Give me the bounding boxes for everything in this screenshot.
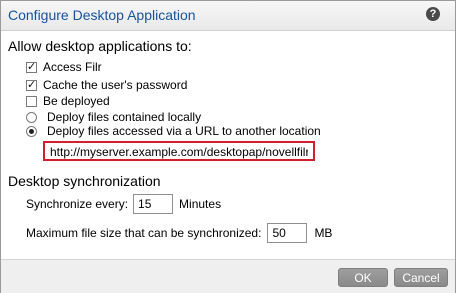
max-size-row: Maximum file size that can be synchroniz… [26,223,332,243]
max-size-label: Maximum file size that can be synchroniz… [26,226,262,240]
dialog-titlebar: Configure Desktop Application ? [1,1,455,31]
deploy-url-input[interactable] [45,144,313,160]
deploy-url-radio[interactable] [26,125,37,137]
max-size-input[interactable] [267,223,308,243]
access-filr-label: Access Filr [43,60,102,74]
deploy-local-label: Deploy files contained locally [47,110,202,124]
sync-every-label: Synchronize every: [26,197,129,211]
cache-password-label: Cache the user's password [43,78,188,92]
be-deployed-label: Be deployed [43,94,110,108]
be-deployed-checkbox[interactable] [26,95,37,107]
access-filr-option[interactable]: Access Filr [26,59,102,75]
cache-password-option[interactable]: Cache the user's password [26,77,187,93]
be-deployed-option[interactable]: Be deployed [26,93,110,109]
cache-password-checkbox[interactable] [26,78,37,91]
sync-every-row: Synchronize every: Minutes [26,194,221,214]
dialog-title: Configure Desktop Application [8,7,196,23]
max-size-unit: MB [314,226,333,240]
access-filr-checkbox[interactable] [26,60,37,73]
configure-desktop-dialog: Configure Desktop Application ? Allow de… [0,0,456,293]
cancel-button[interactable]: Cancel [394,268,448,287]
allow-heading: Allow desktop applications to: [8,38,192,54]
deploy-url-option[interactable]: Deploy files accessed via a URL to anoth… [26,123,321,139]
help-icon[interactable]: ? [426,7,440,21]
sync-every-input[interactable] [133,194,174,214]
sync-every-unit: Minutes [179,197,222,211]
ok-button[interactable]: OK [338,268,388,287]
deploy-url-highlight [43,141,315,161]
dialog-footer: OK Cancel [1,259,455,293]
deploy-url-label: Deploy files accessed via a URL to anoth… [47,124,321,138]
deploy-local-radio[interactable] [26,111,37,123]
sync-heading: Desktop synchronization [8,173,161,189]
